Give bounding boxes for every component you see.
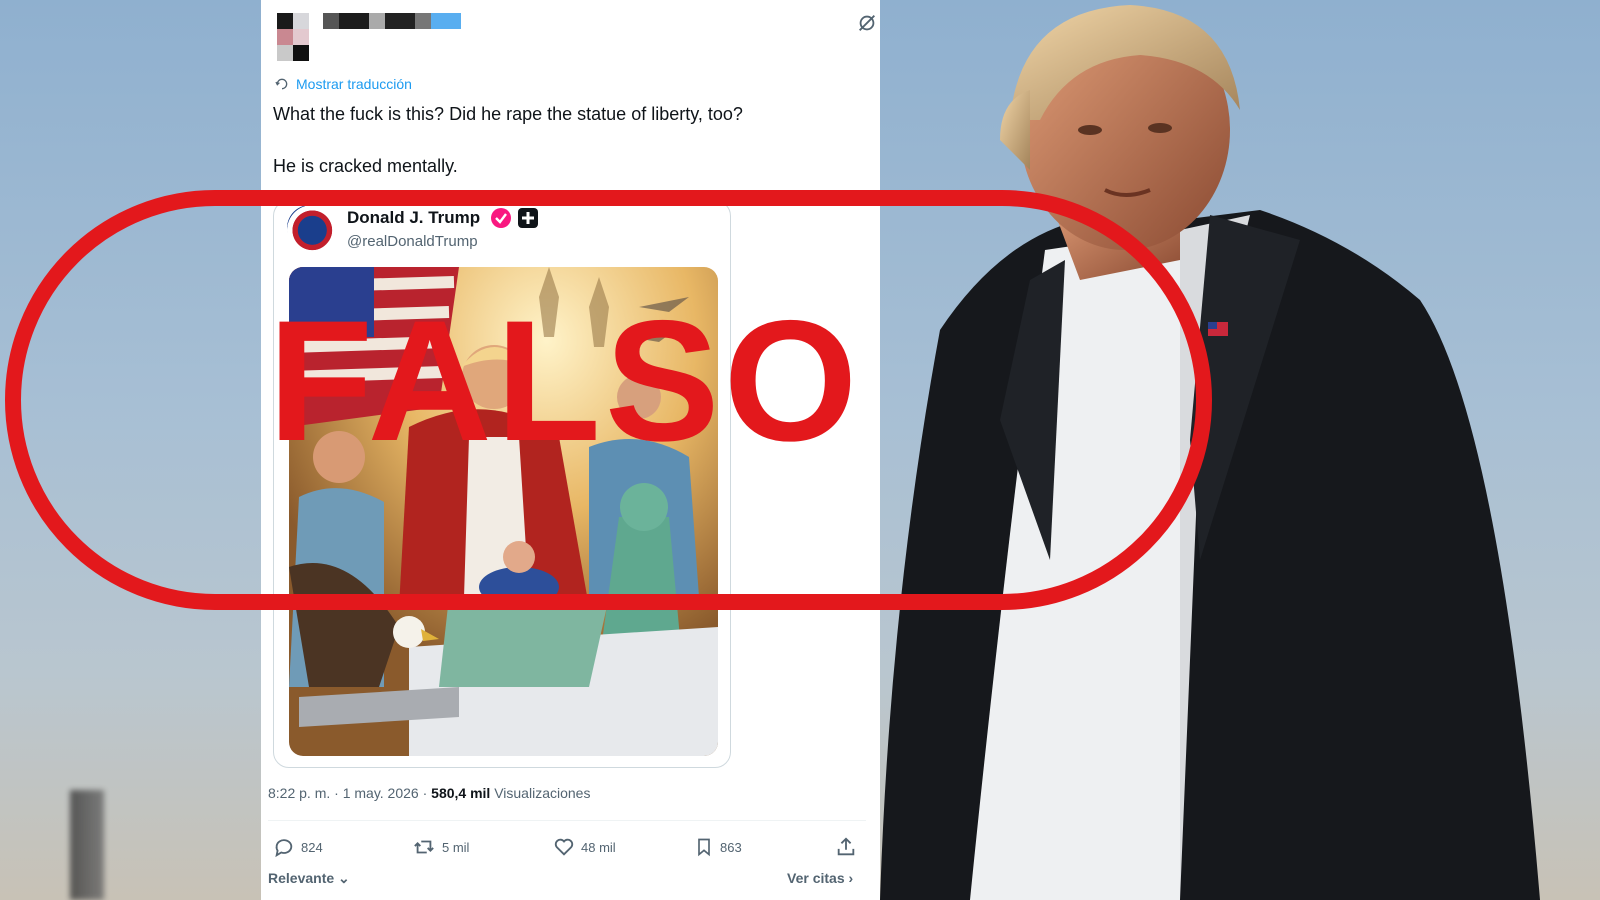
show-translation-link[interactable]: Mostrar traducción bbox=[274, 76, 412, 92]
like-button[interactable]: 48 mil bbox=[553, 836, 616, 858]
bookmark-icon bbox=[698, 838, 710, 857]
translate-icon bbox=[275, 78, 288, 90]
bookmark-count: 863 bbox=[720, 839, 742, 855]
divider bbox=[268, 820, 866, 821]
post-meta: 8:22 p. m. · 1 may. 2026 · 580,4 mil Vis… bbox=[268, 785, 590, 801]
reply-icon bbox=[275, 839, 293, 858]
tweet-text-line2: He is cracked mentally. bbox=[273, 156, 458, 176]
relevant-sort-button[interactable]: Relevante ⌄ bbox=[268, 870, 350, 887]
sync-icon[interactable] bbox=[856, 12, 878, 34]
share-icon bbox=[837, 837, 855, 856]
relevant-label: Relevante bbox=[268, 870, 335, 886]
chevron-right-icon: › bbox=[848, 870, 854, 886]
retweet-icon bbox=[414, 840, 434, 854]
reply-button[interactable]: 824 bbox=[273, 836, 323, 858]
share-button[interactable] bbox=[835, 836, 857, 858]
blurred-pole bbox=[70, 790, 104, 900]
bookmark-button[interactable]: 863 bbox=[694, 836, 742, 858]
view-quotes-label: Ver citas bbox=[787, 870, 845, 886]
views-count: 580,4 mil bbox=[431, 785, 491, 801]
falso-stamp-word: FALSO bbox=[268, 285, 862, 477]
tweet-text-line1: What the fuck is this? Did he rape the s… bbox=[273, 104, 743, 124]
post-timestamp[interactable]: 8:22 p. m. · 1 may. 2026 · bbox=[268, 785, 431, 801]
reply-count: 824 bbox=[301, 839, 323, 855]
like-icon bbox=[554, 838, 574, 856]
views-label: Visualizaciones bbox=[490, 785, 591, 801]
translate-label: Mostrar traducción bbox=[296, 76, 412, 92]
tweet-text: What the fuck is this? Did he rape the s… bbox=[273, 101, 743, 179]
retweet-button[interactable]: 5 mil bbox=[412, 836, 469, 858]
chevron-down-icon: ⌄ bbox=[338, 870, 350, 886]
retweet-count: 5 mil bbox=[442, 839, 470, 855]
like-count: 48 mil bbox=[581, 839, 616, 855]
view-quotes-link[interactable]: Ver citas › bbox=[787, 870, 853, 886]
